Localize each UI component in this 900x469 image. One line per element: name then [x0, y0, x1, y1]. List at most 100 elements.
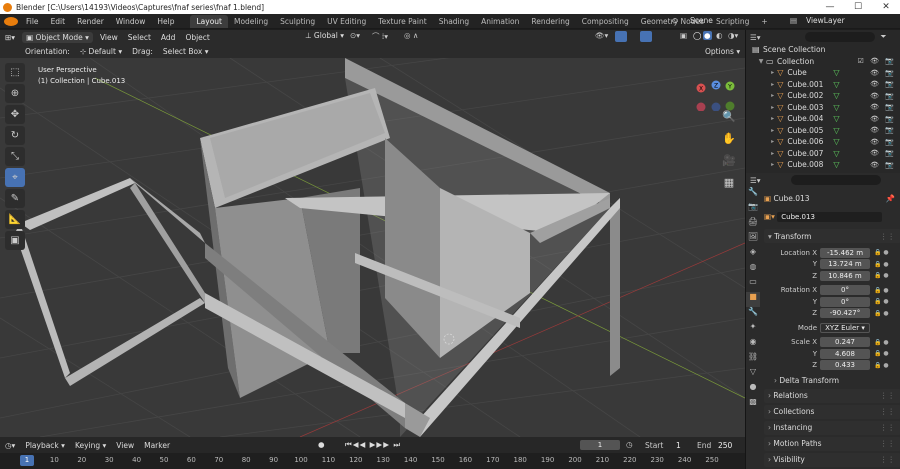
outliner-search-input[interactable]	[804, 32, 875, 42]
outliner-editor-icon[interactable]: ☰▾	[750, 33, 761, 42]
lock-icon[interactable]: 🔒 ●	[874, 249, 889, 256]
collection-chevron-icon[interactable]: ▼	[756, 58, 766, 65]
panel-relations[interactable]: › Relations ⋮⋮	[764, 388, 900, 403]
visibility-icons[interactable]: 👁 📷	[870, 80, 900, 88]
outliner-item[interactable]: ▸ ▽ Cube.002 ▽ 👁 📷	[746, 90, 900, 102]
outliner-item[interactable]: ▸ ▽ Cube.003 ▽ 👁 📷	[746, 102, 900, 114]
marker-menu[interactable]: Marker	[139, 441, 175, 450]
drag-handle-icon[interactable]: ⋮⋮	[880, 232, 900, 241]
mesh-data-icon[interactable]: ▽	[833, 160, 870, 169]
mesh-data-icon[interactable]: ▽	[833, 68, 870, 77]
outliner-item[interactable]: ▸ ▽ Cube.008 ▽ 👁 📷	[746, 159, 900, 171]
visibility-icons[interactable]: 👁 📷	[870, 149, 900, 157]
editor-type-icon[interactable]: ⊞▾	[0, 33, 20, 42]
xray-icon[interactable]: ▣	[680, 31, 687, 40]
delta-transform-subpanel[interactable]: › Delta Transform	[764, 375, 900, 387]
lock-icon[interactable]: 🔒 ●	[874, 287, 889, 294]
expand-chevron-icon[interactable]: ▸	[768, 69, 777, 76]
visibility-icons[interactable]: 👁 📷	[870, 115, 900, 123]
measure-tool-icon[interactable]: 📐	[5, 210, 25, 229]
visibility-icons[interactable]: 👁 📷	[870, 126, 900, 134]
shading-material-icon[interactable]: ◐	[716, 31, 723, 40]
keying-menu[interactable]: Keying ▾	[70, 441, 111, 450]
output-tab-icon[interactable]: 🖨	[746, 217, 760, 232]
lock-icon[interactable]: 🔒 ●	[874, 339, 889, 346]
pin-icon[interactable]: 📌	[886, 194, 900, 203]
menu-window[interactable]: Window	[110, 17, 152, 26]
panel-motion-paths[interactable]: › Motion Paths ⋮⋮	[764, 436, 900, 451]
stopwatch-icon[interactable]: ◷	[626, 440, 633, 449]
visibility-icons[interactable]: 👁 📷	[870, 103, 900, 111]
shading-wireframe-icon[interactable]: ◯	[693, 31, 701, 40]
scene-tab-icon[interactable]: ◈	[746, 247, 760, 262]
visibility-icons[interactable]: 👁 📷	[870, 92, 900, 100]
lock-icon[interactable]: 🔒 ●	[874, 272, 889, 279]
outliner-item[interactable]: ▸ ▽ Cube.007 ▽ 👁 📷	[746, 148, 900, 160]
menu-help[interactable]: Help	[151, 17, 180, 26]
gizmo-toggle-icon[interactable]	[615, 31, 627, 42]
visibility-icon[interactable]: 👁▾	[595, 31, 608, 40]
timeline-view-menu[interactable]: View	[111, 441, 139, 450]
expand-chevron-icon[interactable]: ▸	[768, 161, 777, 168]
rotation-y-field[interactable]: 0°	[820, 296, 870, 307]
rotate-tool-icon[interactable]: ↻	[5, 126, 25, 145]
maximize-button[interactable]: ☐	[844, 2, 872, 12]
tool-tab-icon[interactable]: 🔧	[746, 187, 760, 202]
tab-scripting[interactable]: Scripting	[710, 15, 755, 28]
rotation-z-field[interactable]: -90.427°	[820, 308, 870, 319]
start-frame-field[interactable]: 1	[676, 441, 681, 450]
properties-editor-icon[interactable]: ☰▾	[750, 176, 761, 185]
transform-panel-header[interactable]: ▾ Transform ⋮⋮	[764, 229, 900, 243]
visibility-icons[interactable]: 👁 📷	[870, 161, 900, 169]
outliner-collection[interactable]: ▼ ▭ Collection ☑ 👁 📷	[746, 56, 900, 68]
tab-modeling[interactable]: Modeling	[228, 15, 274, 28]
options-button[interactable]: Options ▾	[700, 47, 745, 56]
outliner-item[interactable]: ▸ ▽ Cube.004 ▽ 👁 📷	[746, 113, 900, 125]
end-frame-field[interactable]: 250	[718, 441, 732, 450]
outliner-item[interactable]: ▸ ▽ Cube.001 ▽ 👁 📷	[746, 79, 900, 91]
collection-tab-icon[interactable]: ▭	[746, 277, 760, 292]
expand-chevron-icon[interactable]: ▸	[768, 92, 777, 99]
view-layer-icon[interactable]: ▤	[790, 16, 797, 25]
move-tool-icon[interactable]: ✥	[5, 105, 25, 124]
rotation-mode-select[interactable]: XYZ Euler ▾	[820, 322, 870, 333]
location-z-field[interactable]: 10.846 m	[820, 270, 870, 281]
expand-chevron-icon[interactable]: ▸	[768, 127, 777, 134]
cursor-tool-icon[interactable]: ⊕	[5, 84, 25, 103]
drag-handle-icon[interactable]: ⋮⋮	[880, 391, 900, 400]
object-name-input[interactable]: Cube.013	[777, 211, 883, 222]
expand-chevron-icon[interactable]: ▸	[768, 115, 777, 122]
menu-add[interactable]: Add	[156, 33, 181, 42]
menu-file[interactable]: File	[20, 17, 45, 26]
tab-sculpting[interactable]: Sculpting	[274, 15, 321, 28]
add-cube-tool-icon[interactable]: ▣	[5, 231, 25, 250]
tab-animation[interactable]: Animation	[475, 15, 525, 28]
modifier-tab-icon[interactable]: 🔧	[746, 307, 760, 322]
mode-select[interactable]: ▣ Object Mode ▾	[22, 31, 93, 43]
mesh-data-icon[interactable]: ▽	[833, 126, 870, 135]
scale-y-field[interactable]: 4.608	[820, 348, 870, 359]
tab-uv-editing[interactable]: UV Editing	[321, 15, 372, 28]
record-icon[interactable]: ●	[318, 440, 325, 449]
object-tab-icon[interactable]: ■	[746, 292, 760, 307]
tab-shading[interactable]: Shading	[433, 15, 475, 28]
mesh-data-icon[interactable]: ▽	[833, 137, 870, 146]
menu-object[interactable]: Object	[180, 33, 214, 42]
collection-visibility-icons[interactable]: ☑ 👁 📷	[858, 57, 900, 65]
outliner-root[interactable]: ▤ Scene Collection	[746, 44, 900, 56]
timeline-ruler[interactable]: 1 10 20 30 40 50 60 70 80 90 100 110 120 130 140 150 160…	[0, 453, 745, 469]
overlay-toggle-icon[interactable]	[640, 31, 652, 42]
lock-icon[interactable]: 🔒 ●	[874, 261, 889, 268]
tab-compositing[interactable]: Compositing	[576, 15, 635, 28]
tab-texture-paint[interactable]: Texture Paint	[372, 15, 432, 28]
drag-handle-icon[interactable]: ⋮⋮	[880, 407, 900, 416]
constraints-tab-icon[interactable]: ⛓	[746, 352, 760, 367]
shading-rendered-icon[interactable]: ◑▾	[728, 31, 738, 40]
scene-name[interactable]: Scene	[690, 16, 713, 25]
add-workspace-button[interactable]: +	[755, 15, 773, 28]
menu-select[interactable]: Select	[123, 33, 156, 42]
navigation-gizmo[interactable]: X Z Y	[692, 66, 737, 111]
rotation-x-field[interactable]: 0°	[820, 285, 870, 296]
visibility-icons[interactable]: 👁 📷	[870, 138, 900, 146]
menu-render[interactable]: Render	[71, 17, 110, 26]
